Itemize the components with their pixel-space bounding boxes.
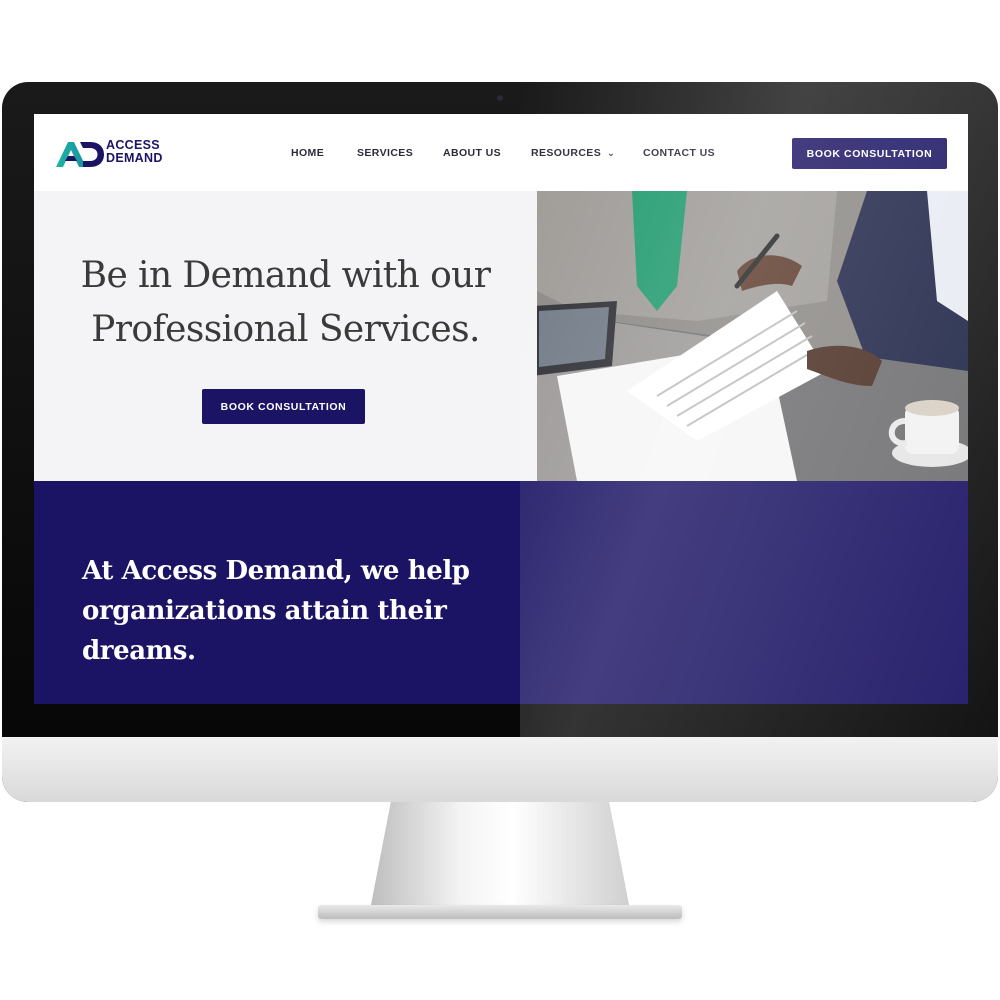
site-header: ACCESS DEMAND HOME SERVICES ABOUT US RES… (34, 114, 968, 191)
hero-image (537, 191, 968, 481)
hero-book-consultation-button[interactable]: BOOK CONSULTATION (202, 389, 365, 424)
monitor-chin (2, 737, 998, 802)
nav-resources-label: RESOURCES (531, 147, 602, 159)
monitor-stand (370, 802, 630, 910)
header-book-consultation-button[interactable]: BOOK CONSULTATION (792, 138, 947, 169)
nav-contact-us[interactable]: CONTACT US (643, 147, 715, 159)
business-meeting-photo (537, 191, 968, 481)
nav-about-us[interactable]: ABOUT US (443, 147, 501, 159)
intro-text: At Access Demand, we help organizations … (82, 556, 470, 666)
camera-icon (497, 95, 503, 101)
chevron-down-icon: ⌄ (607, 148, 616, 158)
intro-band: At Access Demand, we help organizations … (34, 481, 968, 704)
website-screen: ACCESS DEMAND HOME SERVICES ABOUT US RES… (34, 114, 968, 704)
nav-home[interactable]: HOME (291, 147, 324, 159)
hero-title: Be in Demand with our Professional Servi… (80, 255, 491, 350)
brand-name-line2: DEMAND (106, 151, 163, 165)
monitor-stand-base (318, 905, 682, 919)
hero-section: Be in Demand with our Professional Servi… (34, 191, 537, 481)
brand-name: ACCESS DEMAND (106, 139, 163, 165)
nav-resources[interactable]: RESOURCES ⌄ (531, 147, 615, 159)
nav-services[interactable]: SERVICES (357, 147, 413, 159)
